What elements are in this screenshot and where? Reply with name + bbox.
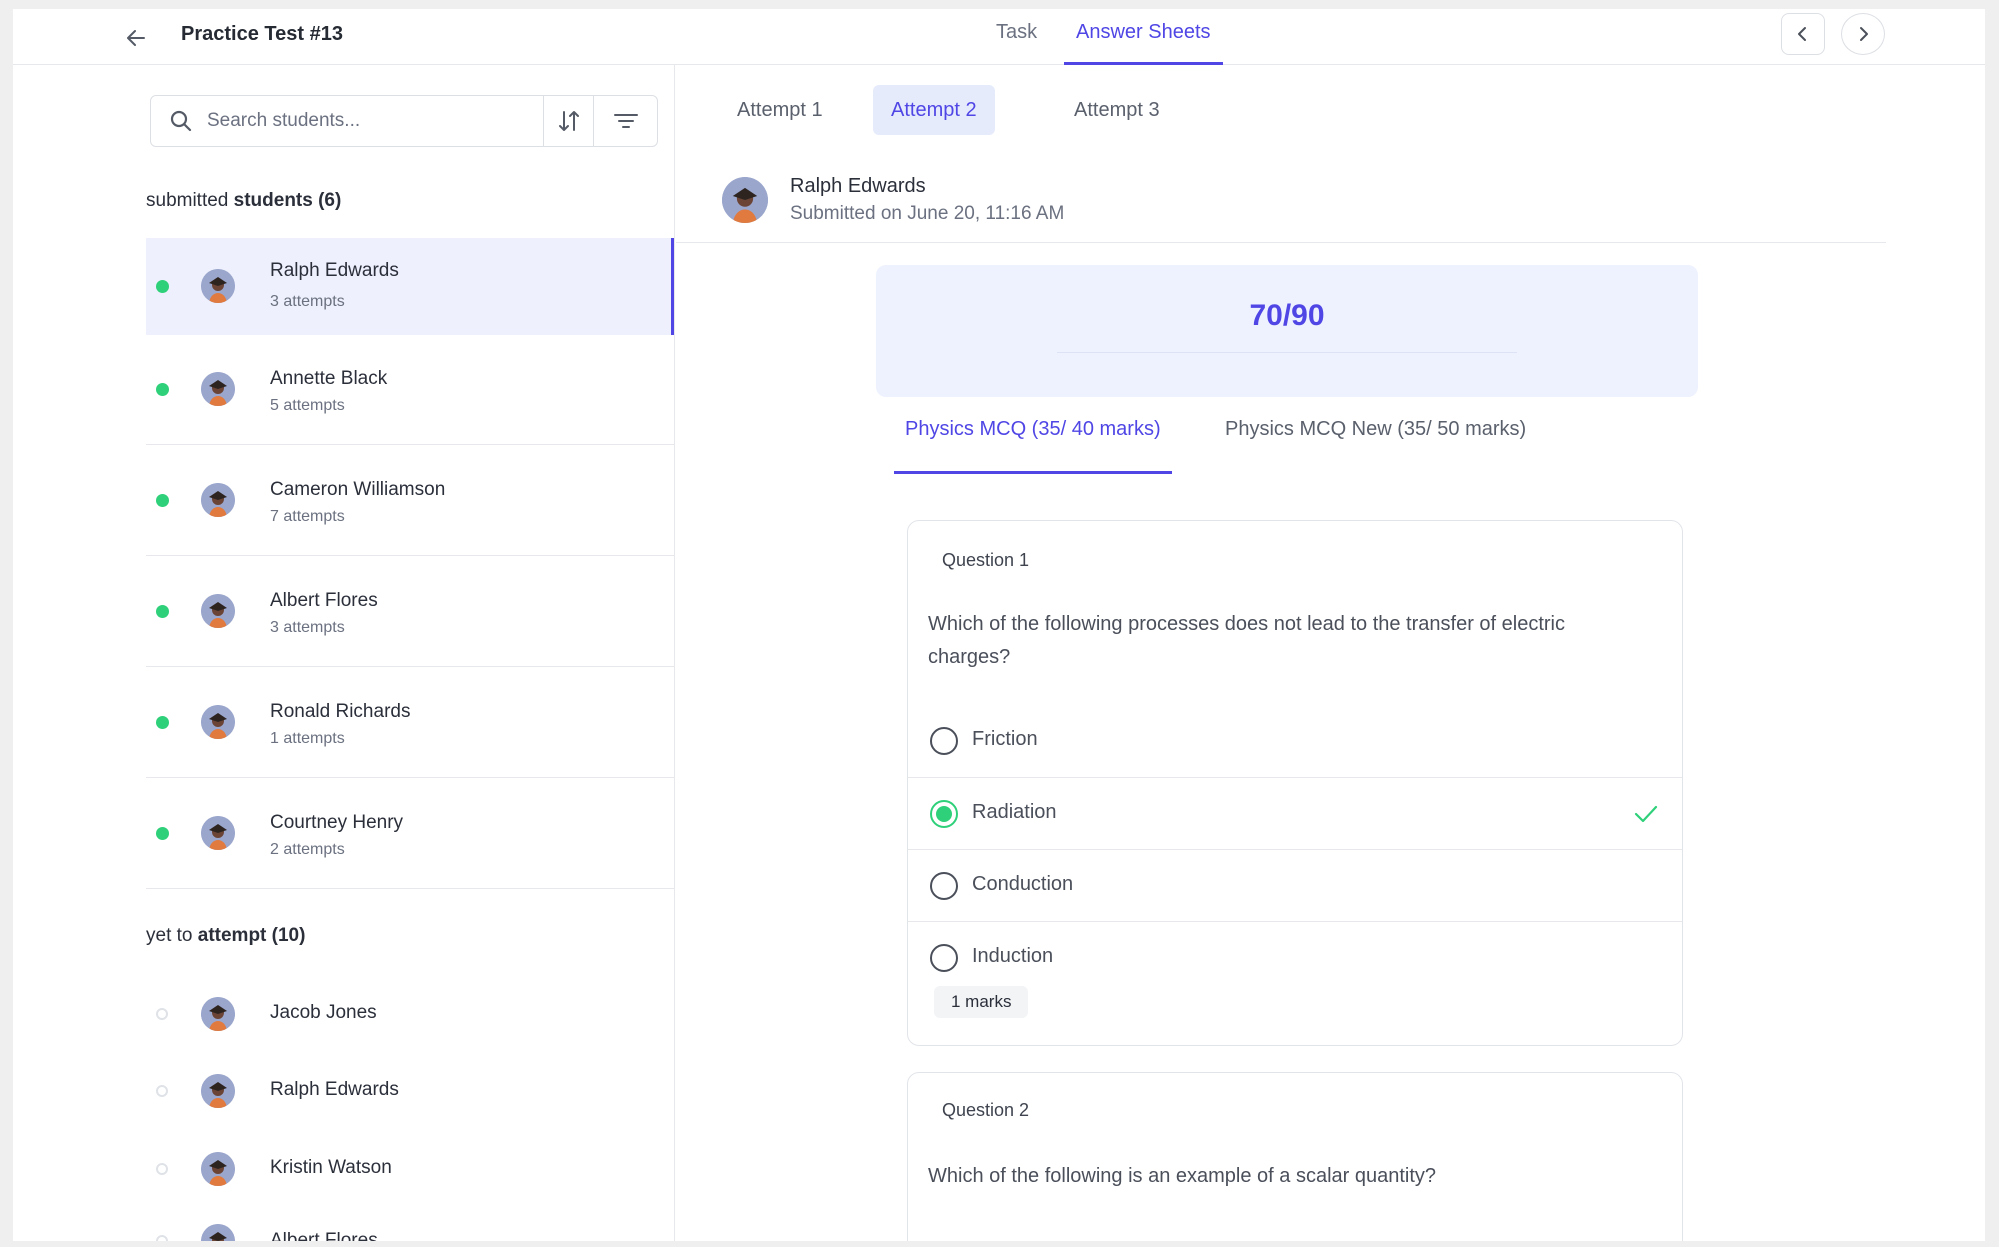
status-dot <box>156 716 169 729</box>
student-attempts: 3 attempts <box>270 619 345 636</box>
tab-attempt-2[interactable]: Attempt 2 <box>873 85 995 135</box>
student-attempts: 3 attempts <box>270 293 345 310</box>
avatar <box>201 1152 235 1186</box>
student-attempts: 5 attempts <box>270 397 345 414</box>
radio-button-selected[interactable] <box>930 800 958 828</box>
tab-attempt-1[interactable]: Attempt 1 <box>719 85 841 135</box>
student-name: Annette Black <box>270 368 388 389</box>
status-dot <box>156 1235 168 1241</box>
student-row[interactable]: Ralph Edwards 3 attempts <box>146 238 674 335</box>
option-induction[interactable]: Induction <box>908 921 1682 993</box>
avatar <box>201 1074 235 1108</box>
status-dot <box>156 280 169 293</box>
pending-student-row[interactable]: Ralph Edwards <box>146 1056 674 1126</box>
radio-button[interactable] <box>930 944 958 972</box>
avatar <box>201 269 235 303</box>
option-conduction[interactable]: Conduction <box>908 849 1682 921</box>
avatar <box>201 705 235 739</box>
question-text: Which of the following processes does no… <box>928 613 1566 668</box>
pending-student-row[interactable]: Jacob Jones <box>146 979 674 1049</box>
student-row[interactable]: Annette Black 5 attempts <box>146 335 674 445</box>
radio-button[interactable] <box>930 872 958 900</box>
status-dot <box>156 1163 168 1175</box>
status-dot <box>156 1008 168 1020</box>
status-dot <box>156 383 169 396</box>
search-input[interactable] <box>207 110 527 132</box>
student-row[interactable]: Albert Flores 3 attempts <box>146 557 674 667</box>
search-box <box>150 95 658 147</box>
tab-physics-mcq[interactable]: Physics MCQ (35/ 40 marks) <box>894 418 1172 474</box>
student-attempts: 1 attempts <box>270 730 345 747</box>
submission-time: Submitted on June 20, 11:16 AM <box>790 203 1065 224</box>
radio-button[interactable] <box>930 727 958 755</box>
submitter-name: Ralph Edwards <box>790 175 926 197</box>
back-arrow-icon[interactable] <box>121 23 151 53</box>
question-label: Question 2 <box>942 1100 1030 1120</box>
student-name: Albert Flores <box>270 590 378 611</box>
avatar <box>201 594 235 628</box>
sort-button[interactable] <box>543 96 593 146</box>
score-card: 70/90 <box>876 265 1698 397</box>
question-label: Question 1 <box>942 550 1030 570</box>
top-bar: Practice Test #13 Task Answer Sheets <box>13 9 1985 65</box>
sort-icon <box>558 111 579 131</box>
student-row[interactable]: Cameron Williamson 7 attempts <box>146 446 674 556</box>
avatar <box>201 997 235 1031</box>
divider <box>1057 352 1517 353</box>
app-window: Practice Test #13 Task Answer Sheets sub… <box>13 9 1985 1241</box>
chevron-right-icon <box>1860 27 1868 41</box>
avatar <box>722 177 768 223</box>
student-name: Jacob Jones <box>270 1002 377 1023</box>
check-icon <box>1634 805 1658 823</box>
student-name: Kristin Watson <box>270 1157 392 1178</box>
previous-button[interactable] <box>1781 13 1825 55</box>
avatar <box>201 816 235 850</box>
student-name: Cameron Williamson <box>270 479 446 500</box>
chevron-left-icon <box>1798 27 1806 41</box>
students-sidebar: submitted students (6) Ralph Edwards 3 a… <box>13 65 675 1241</box>
next-button[interactable] <box>1841 13 1885 55</box>
status-dot <box>156 1085 168 1097</box>
student-name: Ralph Edwards <box>270 260 399 281</box>
student-name: Courtney Henry <box>270 812 404 833</box>
option-label: Friction <box>972 728 1038 750</box>
submitted-heading: submitted students (6) <box>146 190 342 211</box>
tab-answer-sheets[interactable]: Answer Sheets <box>1064 21 1223 65</box>
pending-heading: yet to attempt (10) <box>146 925 306 946</box>
student-row[interactable]: Ronald Richards 1 attempts <box>146 668 674 778</box>
student-attempts: 7 attempts <box>270 508 345 525</box>
student-name: Ralph Edwards <box>270 1079 399 1100</box>
status-dot <box>156 605 169 618</box>
status-dot <box>156 827 169 840</box>
question-card: Question 2 Which of the following is an … <box>907 1072 1683 1241</box>
marks-badge: 1 marks <box>934 986 1029 1018</box>
submission-header: Ralph Edwards Submitted on June 20, 11:1… <box>676 165 1886 243</box>
option-friction[interactable]: Friction <box>908 705 1682 777</box>
filter-icon <box>613 114 638 128</box>
option-label: Conduction <box>972 873 1074 895</box>
option-label: Radiation <box>972 801 1057 823</box>
student-name: Albert Flores <box>270 1230 378 1241</box>
avatar <box>201 483 235 517</box>
search-icon <box>170 110 192 132</box>
student-name: Ronald Richards <box>270 701 411 722</box>
page-title: Practice Test #13 <box>181 23 343 45</box>
tab-physics-mcq-new[interactable]: Physics MCQ New (35/ 50 marks) <box>1214 418 1537 474</box>
status-dot <box>156 494 169 507</box>
pending-student-row[interactable]: Kristin Watson <box>146 1134 674 1204</box>
avatar <box>201 1224 235 1241</box>
student-attempts: 2 attempts <box>270 841 345 858</box>
option-radiation[interactable]: Radiation <box>908 777 1682 849</box>
avatar <box>201 372 235 406</box>
pending-student-row[interactable]: Albert Flores <box>146 1202 674 1241</box>
option-label: Induction <box>972 945 1054 967</box>
tab-attempt-3[interactable]: Attempt 3 <box>1056 85 1178 135</box>
filter-button[interactable] <box>593 96 657 146</box>
question-text: Which of the following is an example of … <box>928 1165 1437 1187</box>
tab-task[interactable]: Task <box>996 21 1037 65</box>
answer-sheet-panel: Attempt 1 Attempt 2 Attempt 3 Ralph Edwa… <box>676 65 1985 1241</box>
score-value: 70/90 <box>1249 299 1325 332</box>
question-card: Question 1 Which of the following proces… <box>907 520 1683 1046</box>
student-row[interactable]: Courtney Henry 2 attempts <box>146 779 674 889</box>
